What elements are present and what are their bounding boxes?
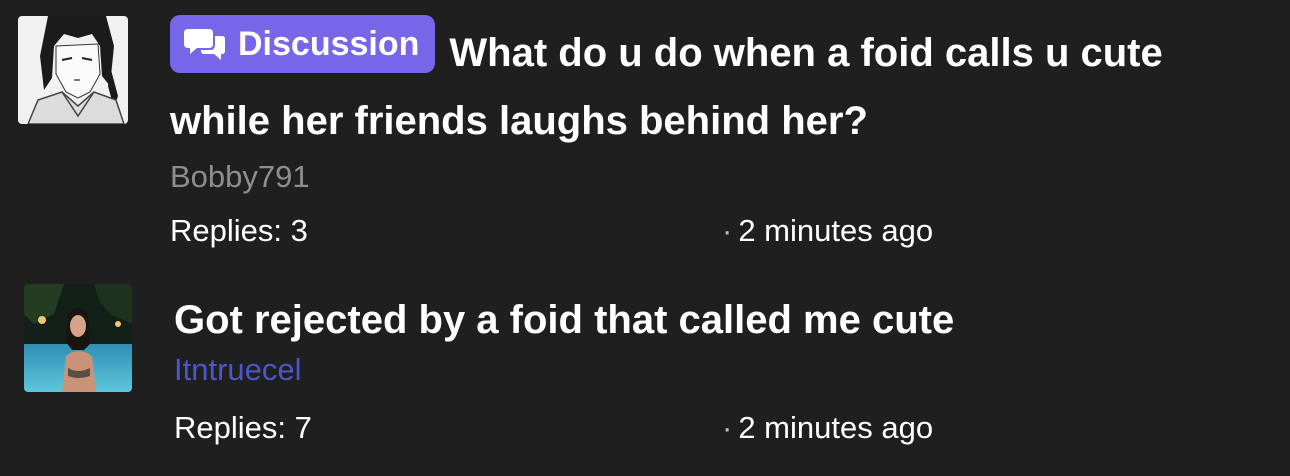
thread-title-text: Got rejected by a foid that called me cu…	[174, 298, 955, 342]
thread-title[interactable]: Got rejected by a foid that called me cu…	[174, 286, 1264, 354]
avatar-image	[18, 16, 128, 124]
discussion-prefix-badge[interactable]: Discussion	[170, 15, 436, 73]
chat-bubbles-icon	[184, 29, 225, 60]
thread-meta: Replies: 3 · 2 minutes ago	[170, 211, 1260, 251]
last-activity-time[interactable]: · 2 minutes ago	[722, 408, 933, 448]
avatar-image	[24, 284, 132, 392]
avatar[interactable]	[18, 16, 128, 124]
replies-count: Replies: 7	[174, 410, 312, 445]
time-text: 2 minutes ago	[738, 213, 934, 248]
thread-title[interactable]: Discussion What do u do when a foid call…	[170, 15, 1260, 155]
author-name[interactable]: Itntruecel	[174, 350, 1264, 390]
author-name[interactable]: Bobby791	[170, 157, 1260, 197]
prefix-label: Discussion	[238, 25, 420, 63]
thread-meta: Replies: 7 · 2 minutes ago	[174, 408, 1264, 448]
time-text: 2 minutes ago	[738, 410, 934, 445]
separator-dot: ·	[722, 213, 733, 248]
separator-dot: ·	[722, 410, 733, 445]
avatar[interactable]	[24, 284, 132, 392]
last-activity-time[interactable]: · 2 minutes ago	[722, 211, 933, 251]
replies-count: Replies: 3	[170, 213, 308, 248]
